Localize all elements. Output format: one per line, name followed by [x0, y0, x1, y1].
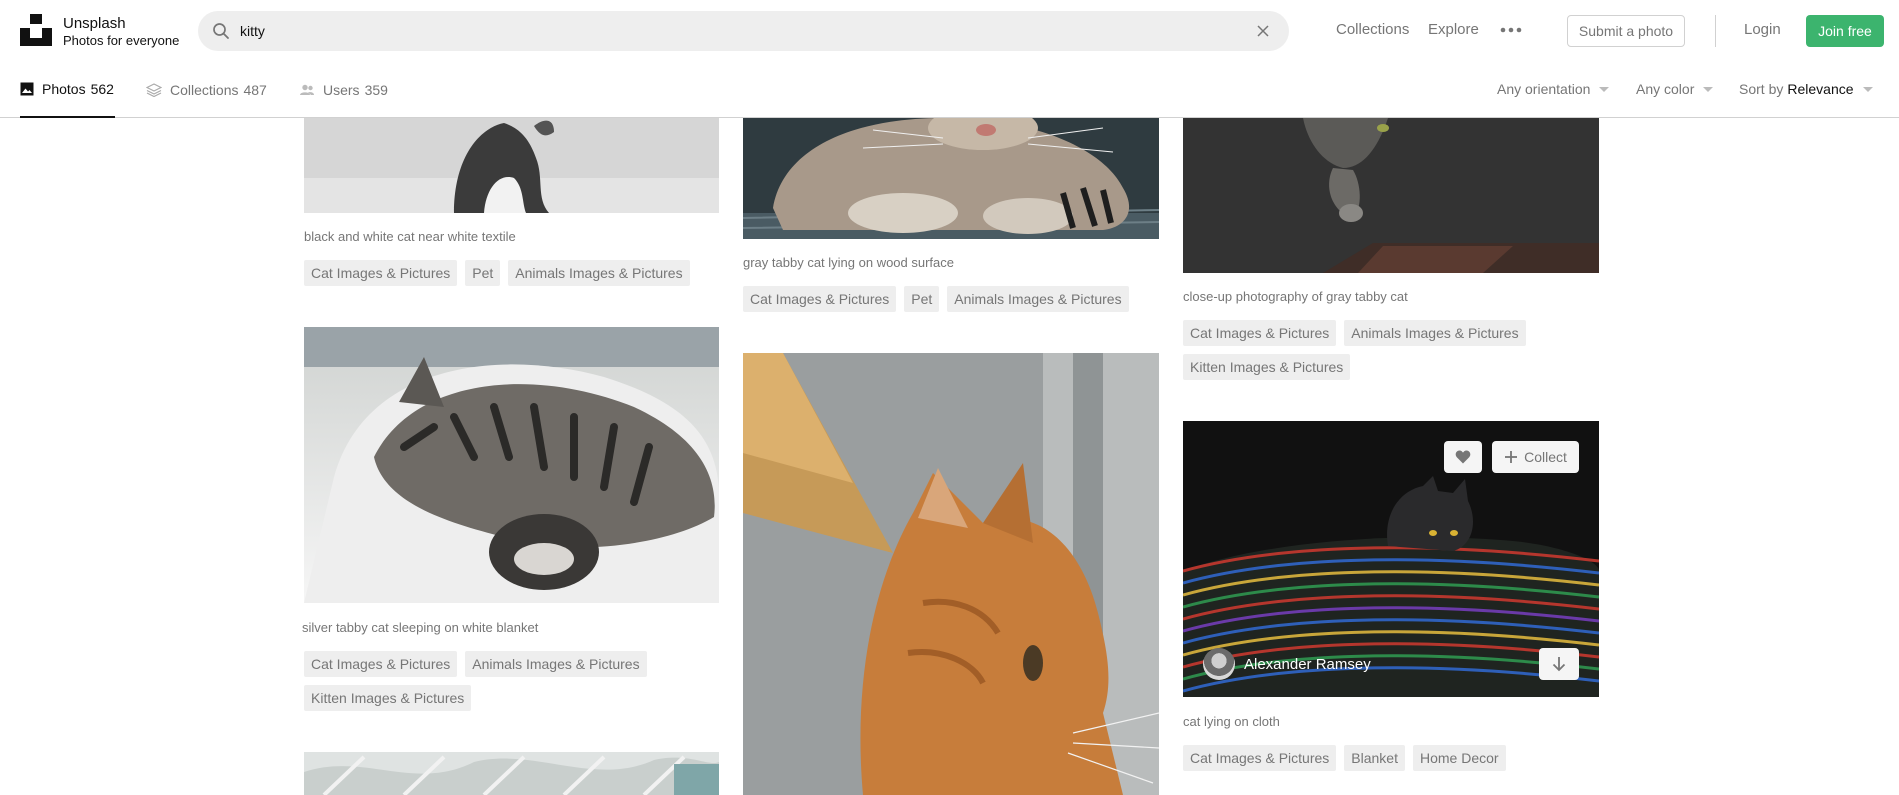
photo-orange-cat-closeup[interactable]: [743, 353, 1159, 795]
search-bar: [198, 11, 1289, 51]
login-link[interactable]: Login: [1744, 21, 1781, 38]
photo-caption: silver tabby cat sleeping on white blank…: [302, 620, 539, 635]
tag-chip[interactable]: Cat Images & Pictures: [1183, 320, 1337, 346]
users-icon: [300, 84, 314, 95]
photo-caption: gray tabby cat lying on wood surface: [743, 255, 955, 270]
color-filter-label: Any color: [1636, 81, 1695, 97]
tag-chip[interactable]: Home Decor: [1412, 745, 1506, 771]
plus-icon: [1505, 451, 1518, 463]
orientation-filter-label: Any orientation: [1497, 81, 1591, 97]
photo-author[interactable]: Alexander Ramsey: [1203, 648, 1371, 680]
photo-grid: black and white cat near white textile C…: [0, 118, 1899, 795]
sort-value: Relevance: [1787, 81, 1854, 97]
tag-chip[interactable]: Kitten Images & Pictures: [304, 685, 472, 711]
download-button[interactable]: [1539, 648, 1579, 680]
search-icon[interactable]: [212, 22, 230, 40]
tag-chip[interactable]: Animals Images & Pictures: [947, 286, 1129, 312]
tab-photos-count: 562: [90, 81, 114, 97]
heart-icon: [1455, 450, 1471, 464]
tab-collections[interactable]: Collections 487: [146, 62, 267, 118]
photo-tags: Cat Images & Pictures Animals Images & P…: [1183, 320, 1583, 380]
avatar: [1203, 648, 1235, 680]
collect-button[interactable]: Collect: [1492, 441, 1579, 473]
photo-partial-bottom[interactable]: [304, 752, 719, 795]
orientation-filter[interactable]: Any orientation: [1497, 81, 1610, 97]
header-divider: [1715, 15, 1716, 47]
search-subnav: Photos 562 Collections 487 Users 359 Any…: [0, 62, 1899, 118]
submit-photo-button[interactable]: Submit a photo: [1567, 15, 1685, 47]
clear-search-icon[interactable]: [1256, 24, 1270, 38]
search-input[interactable]: [240, 11, 1220, 51]
tag-chip[interactable]: Animals Images & Pictures: [1344, 320, 1526, 346]
photo-tags: Cat Images & Pictures Pet Animals Images…: [743, 286, 1163, 312]
photo-caption: cat lying on cloth: [1183, 714, 1280, 729]
tag-chip[interactable]: Animals Images & Pictures: [508, 260, 690, 286]
unsplash-logo[interactable]: Unsplash Photos for everyone: [20, 14, 179, 48]
photo-gray-tabby-wood[interactable]: [743, 118, 1159, 239]
tag-chip[interactable]: Blanket: [1344, 745, 1405, 771]
brand-name: Unsplash: [63, 15, 126, 32]
tag-chip[interactable]: Kitten Images & Pictures: [1183, 354, 1351, 380]
author-name: Alexander Ramsey: [1244, 655, 1371, 673]
tag-chip[interactable]: Cat Images & Pictures: [304, 260, 458, 286]
like-button[interactable]: [1444, 441, 1482, 473]
more-options-icon[interactable]: [1500, 26, 1522, 34]
tab-collections-count: 487: [243, 82, 267, 98]
tag-chip[interactable]: Cat Images & Pictures: [1183, 745, 1337, 771]
tab-users-count: 359: [364, 82, 388, 98]
photo-icon: [20, 82, 34, 96]
join-free-button[interactable]: Join free: [1806, 15, 1884, 47]
tab-users-label: Users: [323, 82, 360, 98]
photo-cat-on-cloth[interactable]: Collect Alexander Ramsey: [1183, 421, 1599, 697]
photo-tags: Cat Images & Pictures Blanket Home Decor: [1183, 745, 1583, 771]
tab-users[interactable]: Users 359: [299, 62, 388, 118]
photo-caption: black and white cat near white textile: [304, 229, 516, 244]
sort-filter[interactable]: Sort by Relevance: [1739, 81, 1873, 97]
color-filter[interactable]: Any color: [1636, 81, 1714, 97]
top-header: Unsplash Photos for everyone Collections…: [0, 0, 1899, 62]
photo-black-white-cat[interactable]: [304, 118, 719, 213]
photo-tags: Cat Images & Pictures Animals Images & P…: [304, 651, 724, 711]
photo-tags: Cat Images & Pictures Pet Animals Images…: [304, 260, 724, 286]
brand-tagline: Photos for everyone: [63, 33, 180, 48]
unsplash-logo-icon: [20, 14, 52, 46]
chevron-down-icon: [1862, 86, 1873, 92]
chevron-down-icon: [1703, 86, 1714, 92]
nav-explore-link[interactable]: Explore: [1428, 21, 1479, 38]
chevron-down-icon: [1599, 86, 1610, 92]
collections-icon: [146, 83, 162, 97]
tab-photos-label: Photos: [42, 81, 86, 97]
tab-collections-label: Collections: [170, 82, 239, 98]
collect-label: Collect: [1524, 449, 1567, 465]
photo-gray-tabby-closeup[interactable]: [1183, 118, 1599, 273]
sort-prefix: Sort by: [1739, 81, 1784, 97]
tag-chip[interactable]: Pet: [465, 260, 501, 286]
tag-chip[interactable]: Cat Images & Pictures: [743, 286, 897, 312]
download-arrow-icon: [1552, 657, 1566, 672]
nav-collections-link[interactable]: Collections: [1336, 21, 1409, 38]
photo-silver-tabby-sleeping[interactable]: [304, 327, 719, 603]
photo-caption: close-up photography of gray tabby cat: [1183, 289, 1408, 304]
tag-chip[interactable]: Cat Images & Pictures: [304, 651, 458, 677]
tag-chip[interactable]: Animals Images & Pictures: [465, 651, 647, 677]
tag-chip[interactable]: Pet: [904, 286, 940, 312]
tab-photos[interactable]: Photos 562: [20, 62, 115, 118]
